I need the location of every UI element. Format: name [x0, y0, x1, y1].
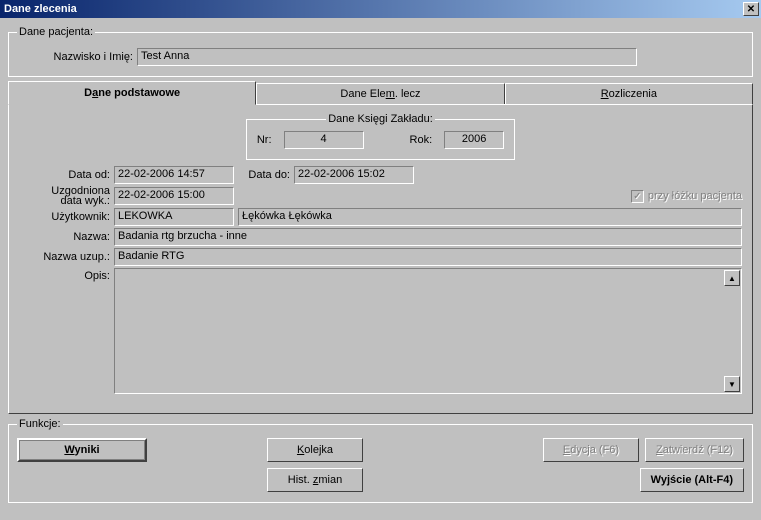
kolejka-button[interactable]: Kolejka [267, 438, 363, 462]
tab-dane-elem-lecz[interactable]: Dane Elem. lecz [256, 83, 504, 105]
hist-zmian-button[interactable]: Hist. zmian [267, 468, 363, 492]
przy-lozku-label: przy łóżku pacjenta [648, 190, 742, 202]
tabstrip: Dane podstawowe Dane Elem. lecz Rozlicze… [8, 83, 753, 105]
close-icon[interactable]: ✕ [743, 2, 759, 16]
nazwa-field[interactable]: Badania rtg brzucha - inne [114, 228, 742, 246]
ksiega-groupbox: Dane Księgi Zakładu: Nr: 4 Rok: 2006 [246, 113, 515, 160]
data-do-label: Data do: [234, 169, 294, 181]
tab-panel-basic: Dane Księgi Zakładu: Nr: 4 Rok: 2006 Dat… [8, 104, 753, 414]
przy-lozku-checkbox: ✓ [631, 190, 644, 203]
nazwa-label: Nazwa: [19, 231, 114, 243]
data-do-field[interactable]: 22-02-2006 15:02 [294, 166, 414, 184]
uzg-data-label: Uzgodniona data wyk.: [19, 186, 114, 206]
ksiega-legend: Dane Księgi Zakładu: [326, 113, 435, 125]
data-od-field[interactable]: 22-02-2006 14:57 [114, 166, 234, 184]
tab-dane-podstawowe[interactable]: Dane podstawowe [8, 81, 256, 105]
titlebar: Dane zlecenia ✕ [0, 0, 761, 18]
opis-label: Opis: [19, 268, 114, 282]
scroll-down-icon[interactable]: ▼ [724, 376, 740, 392]
uzytkownik-name-field[interactable]: Łękówka Łękówka [238, 208, 742, 226]
nr-label: Nr: [257, 134, 276, 146]
patient-groupbox: Dane pacjenta: Nazwisko i Imię: Test Ann… [8, 26, 753, 77]
wyniki-button[interactable]: Wyniki [17, 438, 147, 462]
nazwa-uzup-field[interactable]: Badanie RTG [114, 248, 742, 266]
uzytkownik-label: Użytkownik: [19, 211, 114, 223]
window-body: Dane pacjenta: Nazwisko i Imię: Test Ann… [0, 18, 761, 520]
patient-name-label: Nazwisko i Imię: [17, 51, 137, 63]
data-od-label: Data od: [19, 169, 114, 181]
uzytkownik-code-field[interactable]: LEKOWKA [114, 208, 234, 226]
tab-rozliczenia[interactable]: Rozliczenia [505, 83, 753, 105]
edycja-button[interactable]: Edycja (F6) [543, 438, 639, 462]
functions-legend: Funkcje: [17, 418, 63, 430]
patient-name-field[interactable]: Test Anna [137, 48, 637, 66]
nr-field[interactable]: 4 [284, 131, 364, 149]
nazwa-uzup-label: Nazwa uzup.: [19, 251, 114, 263]
window-title: Dane zlecenia [4, 3, 743, 15]
functions-groupbox: Funkcje: Wyniki Kolejka Hist. zmian Edyc… [8, 418, 753, 503]
uzg-data-field[interactable]: 22-02-2006 15:00 [114, 187, 234, 205]
opis-textarea[interactable]: ▲ ▼ [114, 268, 742, 394]
wyjscie-button[interactable]: Wyjście (Alt-F4) [640, 468, 744, 492]
rok-label: Rok: [410, 134, 437, 146]
patient-legend: Dane pacjenta: [17, 26, 95, 38]
zatwierdz-button[interactable]: Zatwierdź (F12) [645, 438, 744, 462]
rok-field[interactable]: 2006 [444, 131, 504, 149]
scroll-up-icon[interactable]: ▲ [724, 270, 740, 286]
